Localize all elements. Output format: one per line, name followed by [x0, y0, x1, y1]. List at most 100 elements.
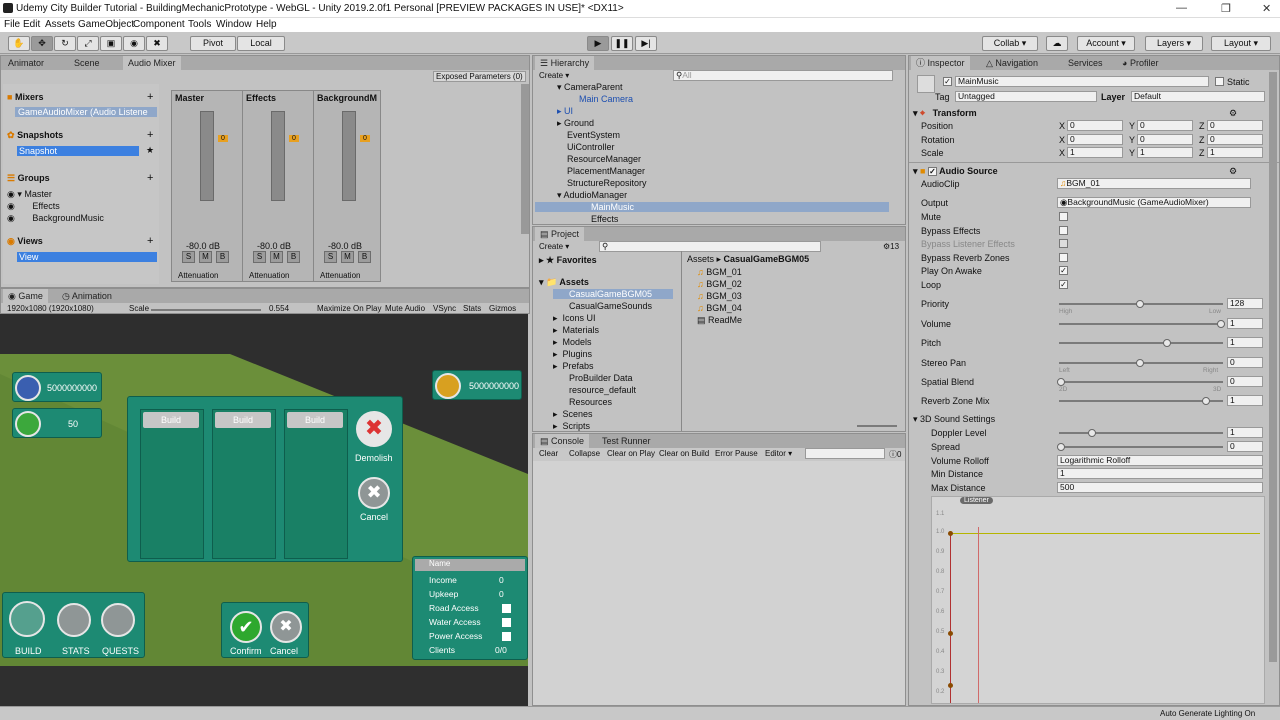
spatial-slider[interactable] [1059, 381, 1223, 383]
rolloff-graph[interactable]: Listener 1.1 1.0 0.9 0.8 0.7 0.6 0.5 0.4… [931, 496, 1265, 704]
pitch-slider[interactable] [1059, 342, 1223, 344]
hierarchy-item[interactable]: EventSystem [567, 130, 620, 140]
star-icon[interactable]: ★ [146, 145, 154, 156]
mute-button[interactable]: M [199, 251, 212, 263]
scale-tool-icon[interactable]: ⤢ [77, 36, 99, 51]
hierarchy-item[interactable]: Main Camera [579, 94, 633, 104]
curve-key[interactable] [948, 631, 953, 636]
mute-button[interactable]: M [341, 251, 354, 263]
tab-profiler[interactable]: ◕ Profiler [1117, 56, 1163, 70]
hierarchy-item[interactable]: UiController [567, 142, 615, 152]
mute-checkbox[interactable] [1059, 212, 1068, 221]
layout-button[interactable]: Layout ▾ [1211, 36, 1271, 51]
fader-handle[interactable]: 0 [360, 135, 370, 142]
volume-knob[interactable] [1217, 320, 1225, 328]
transform-header[interactable]: ▾ ⌖ Transform [913, 108, 977, 119]
audio-source-enabled[interactable]: ✓ [927, 167, 937, 176]
menu-component[interactable]: Component [133, 19, 185, 30]
fader-handle[interactable]: 0 [218, 135, 228, 142]
strip-effect[interactable]: Attenuation [320, 271, 360, 280]
project-search[interactable]: ⚲ [599, 241, 821, 252]
folder-item[interactable]: ProBuilder Data [569, 373, 633, 383]
layers-button[interactable]: Layers ▾ [1145, 36, 1203, 51]
tab-animation[interactable]: ◷ Animation [57, 289, 117, 303]
pitch-value[interactable]: 1 [1227, 337, 1263, 348]
quests-icon[interactable] [101, 603, 135, 637]
solo-button[interactable]: S [182, 251, 195, 263]
console-log-area[interactable] [533, 461, 905, 705]
doppler-value[interactable]: 1 [1227, 427, 1263, 438]
add-snapshot-button[interactable]: + [147, 129, 153, 141]
create-dropdown[interactable]: Create ▾ [539, 242, 569, 251]
view-item[interactable]: View [17, 252, 157, 262]
hierarchy-item[interactable]: StructureRepository [567, 178, 647, 188]
tab-console[interactable]: ▤ Console [535, 434, 590, 448]
curve-key[interactable] [948, 683, 953, 688]
favorites-folder[interactable]: ▸ ★ Favorites [539, 255, 597, 266]
folder-item-selected[interactable]: CasualGameBGM05 [553, 289, 673, 299]
create-dropdown[interactable]: Create ▾ [539, 71, 569, 80]
group-master[interactable]: ◉ ▾ Master [7, 189, 52, 200]
add-group-button[interactable]: + [147, 172, 153, 184]
strip-effect[interactable]: Attenuation [249, 271, 289, 280]
group-bgm[interactable]: ◉ BackgroundMusic [7, 213, 104, 224]
collab-button[interactable]: Collab ▾ [982, 36, 1038, 51]
folder-item[interactable]: ▸ Prefabs [553, 361, 594, 372]
local-button[interactable]: Local [237, 36, 285, 51]
exposed-parameters-button[interactable]: Exposed Parameters (0) [433, 71, 526, 82]
solo-button[interactable]: S [253, 251, 266, 263]
spatial-knob[interactable] [1057, 378, 1065, 386]
priority-value[interactable]: 128 [1227, 298, 1263, 309]
rotation-y[interactable]: 0 [1137, 134, 1193, 145]
mute-audio-toggle[interactable]: Mute Audio [385, 304, 425, 313]
stereo-value[interactable]: 0 [1227, 357, 1263, 368]
collapse-button[interactable]: Collapse [569, 449, 600, 458]
bypass-button[interactable]: B [358, 251, 371, 263]
spread-knob[interactable] [1057, 443, 1065, 451]
loop-checkbox[interactable]: ✓ [1059, 280, 1068, 289]
move-tool-icon[interactable]: ✥ [31, 36, 53, 51]
maximize-icon[interactable]: ❐ [1221, 2, 1231, 15]
tab-game[interactable]: ◉ Game [3, 289, 48, 303]
clear-on-build-button[interactable]: Clear on Build [659, 449, 709, 458]
cancel-icon[interactable]: ✖ [270, 611, 302, 643]
hierarchy-item[interactable]: ▸ UI [557, 106, 573, 117]
error-pause-button[interactable]: Error Pause [715, 449, 758, 458]
minimize-icon[interactable]: — [1176, 2, 1187, 14]
mixer-item[interactable]: GameAudioMixer (Audio Listene [15, 107, 157, 117]
audio-source-header[interactable]: ▾ ■ ✓ Audio Source [913, 166, 998, 177]
resolution-dropdown[interactable]: 1920x1080 (1920x1080) [7, 304, 94, 313]
cloud-icon[interactable]: ☁ [1046, 36, 1068, 51]
info-count[interactable]: ⓘ0 [889, 449, 901, 460]
cart-icon[interactable] [9, 601, 45, 637]
curve-key[interactable] [948, 531, 953, 536]
hierarchy-item[interactable]: Effects [591, 214, 618, 224]
audioclip-field[interactable]: ♫BGM_01 [1057, 178, 1251, 189]
position-x[interactable]: 0 [1067, 120, 1123, 131]
clear-button[interactable]: Clear [539, 449, 558, 458]
file-item[interactable]: ♫ BGM_03 [697, 291, 742, 301]
game-viewport[interactable]: 5000000000 50 5000000000 Build Build Bui… [0, 314, 528, 706]
mixer-scrollbar[interactable] [521, 84, 529, 234]
hierarchy-item[interactable]: ▾ CameraParent [557, 82, 623, 93]
vsync-toggle[interactable]: VSync [433, 304, 456, 313]
menu-help[interactable]: Help [256, 19, 277, 30]
rotation-x[interactable]: 0 [1067, 134, 1123, 145]
folder-item[interactable]: Resources [569, 397, 612, 407]
scale-x[interactable]: 1 [1067, 147, 1123, 158]
hierarchy-item[interactable]: ResourceManager [567, 154, 641, 164]
strip-effect[interactable]: Attenuation [178, 271, 218, 280]
account-button[interactable]: Account ▾ [1077, 36, 1135, 51]
position-y[interactable]: 0 [1137, 120, 1193, 131]
pitch-knob[interactable] [1163, 339, 1171, 347]
tab-hierarchy[interactable]: ☰ Hierarchy [535, 56, 595, 70]
object-name-field[interactable]: MainMusic [955, 76, 1209, 87]
menu-file[interactable]: File [4, 19, 20, 30]
tab-project[interactable]: ▤ Project [535, 227, 585, 241]
component-settings-icon[interactable]: ⚙ [1229, 108, 1237, 119]
menu-tools[interactable]: Tools [188, 19, 211, 30]
folder-item[interactable]: ▸ Materials [553, 325, 599, 336]
doppler-slider[interactable] [1059, 432, 1223, 434]
bypass-checkbox[interactable] [1059, 226, 1068, 235]
menu-edit[interactable]: Edit [23, 19, 40, 30]
